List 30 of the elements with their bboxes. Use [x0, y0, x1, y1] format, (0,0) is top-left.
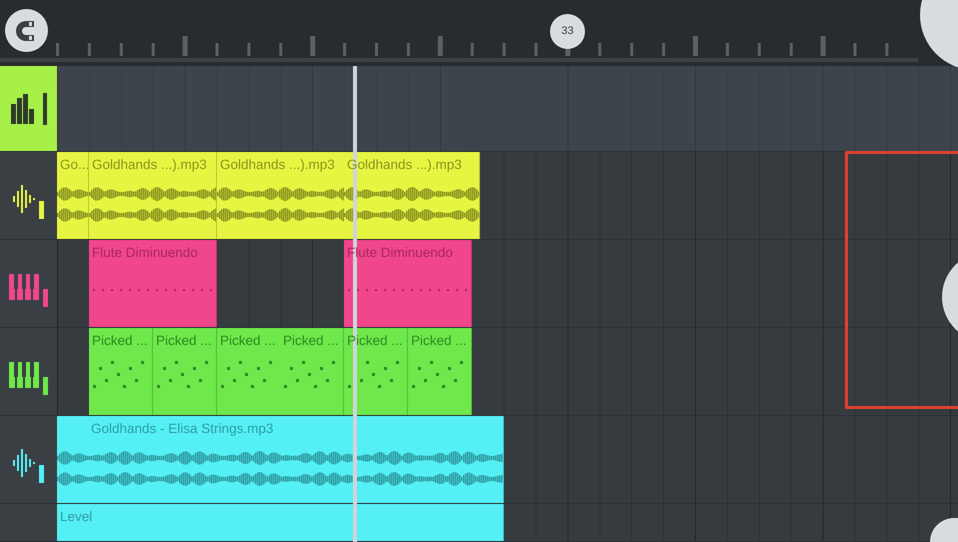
clip-label: Go...: [59, 156, 88, 173]
automation-clip[interactable]: Level: [57, 504, 504, 541]
waveform-icon: [13, 184, 35, 212]
clip-label: Picked ...: [282, 332, 340, 349]
audio-clip[interactable]: Goldhands ...).mp3: [89, 152, 217, 239]
piano-icon: [9, 274, 39, 300]
pattern-clip[interactable]: Picked ...: [408, 328, 472, 415]
pattern-clip[interactable]: Picked ...: [280, 328, 344, 415]
clip-label: Picked ...: [410, 332, 468, 349]
clip-label: Goldhands ...).mp3: [219, 156, 336, 173]
pattern-clip[interactable]: Flute Diminuendo: [89, 240, 217, 327]
clip-label: Goldhands - Elisa Strings.mp3: [90, 420, 274, 437]
clip-label: Flute Diminuendo: [91, 244, 199, 261]
audio-clip[interactable]: Goldhands ...).mp3: [217, 152, 345, 239]
pattern-clip[interactable]: Picked ...: [153, 328, 217, 415]
clip-label: Picked ...: [91, 332, 149, 349]
audio-clip[interactable]: Goldhands - Elisa Strings.mp3: [57, 416, 504, 503]
clip-label: Picked ...: [219, 332, 277, 349]
pattern-clip[interactable]: Picked ...: [217, 328, 281, 415]
level-indicator-icon: [42, 92, 46, 124]
audio-clip[interactable]: Go...: [57, 152, 89, 239]
piano-icon: [9, 362, 39, 388]
clip-label: Level: [59, 508, 94, 525]
pattern-clip[interactable]: Picked ...: [89, 328, 153, 415]
clip-label: Picked ...: [155, 332, 213, 349]
snap-button[interactable]: [5, 9, 48, 52]
playhead-marker[interactable]: 33: [550, 14, 585, 49]
clip-label: Goldhands ...).mp3: [91, 156, 208, 173]
waveform-icon: [13, 448, 35, 476]
equalizer-icon: [10, 94, 36, 124]
